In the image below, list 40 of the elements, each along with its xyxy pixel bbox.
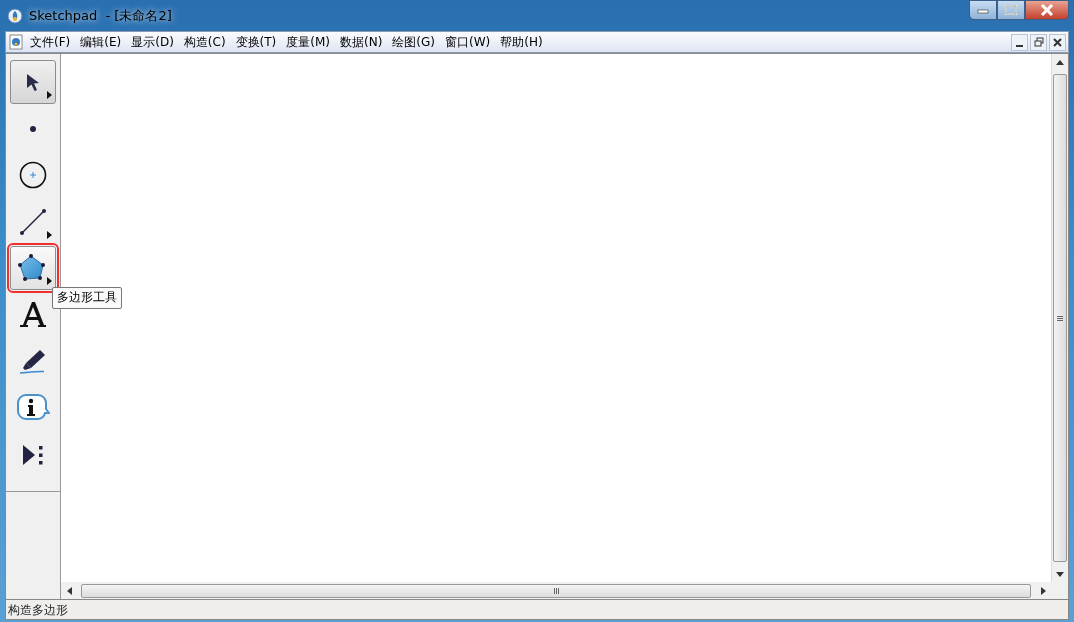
minimize-icon [977, 6, 989, 14]
maximize-icon [1005, 5, 1017, 15]
tooltip: 多边形工具 [52, 287, 122, 309]
left-arrow-icon [66, 586, 72, 595]
restore-button[interactable] [1030, 33, 1047, 51]
menu-item[interactable]: 变换(T) [230, 33, 282, 51]
menu-item[interactable]: 绘图(G) [387, 33, 440, 51]
menu-item[interactable]: 编辑(E) [75, 33, 127, 51]
app-icon [7, 7, 23, 24]
close-icon [1053, 37, 1062, 47]
status-text: 构造多边形 [8, 601, 68, 619]
menu-item[interactable]: 窗口(W) [440, 33, 496, 51]
line-icon [19, 207, 47, 236]
minimize-button[interactable] [1011, 33, 1028, 51]
up-arrow-icon [1056, 59, 1064, 65]
point-icon [30, 125, 36, 132]
restore-icon [1033, 37, 1044, 47]
close-button[interactable] [1025, 0, 1069, 20]
menu-item[interactable]: 构造(C) [178, 33, 231, 51]
close-icon [1040, 4, 1054, 16]
down-arrow-icon [1056, 571, 1064, 577]
grip-icon [1057, 315, 1063, 321]
menu-item[interactable]: 文件(F) [25, 33, 76, 51]
menu-item[interactable]: 显示(D) [126, 33, 179, 51]
menu-item[interactable]: 帮助(H) [495, 33, 548, 51]
document-icon [9, 34, 23, 50]
window-title: Sketchpad - [未命名2] [29, 6, 172, 25]
play-icon [21, 442, 45, 467]
menu-item[interactable]: 数据(N) [335, 33, 388, 51]
minimize-icon [1016, 44, 1023, 47]
menu-item[interactable]: 度量(M) [281, 33, 335, 51]
maximize-button[interactable] [997, 0, 1025, 20]
grip-icon [553, 587, 559, 594]
marker-icon [18, 348, 48, 375]
letter-icon [19, 300, 47, 329]
vertical-scrollbar[interactable] [1051, 54, 1068, 582]
close-button[interactable] [1049, 33, 1066, 51]
tool-button[interactable] [10, 60, 56, 104]
circle-icon [19, 161, 47, 190]
right-arrow-icon [1040, 586, 1046, 595]
